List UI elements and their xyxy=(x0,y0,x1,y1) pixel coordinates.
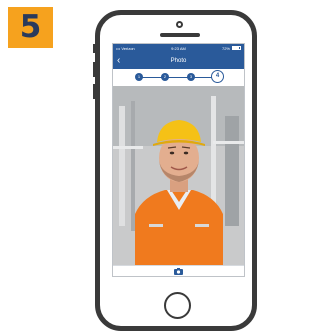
stepper-line xyxy=(139,77,219,78)
photo-toolbar xyxy=(113,265,244,276)
step-3[interactable]: 3 xyxy=(187,73,195,81)
nav-bar: ‹ Photo xyxy=(113,53,244,69)
step-4-active[interactable]: 4 xyxy=(211,70,224,83)
power-button xyxy=(255,64,257,82)
step-number-badge: 5 xyxy=(8,7,53,48)
battery-icon xyxy=(232,46,241,50)
camera-icon[interactable] xyxy=(174,268,183,275)
phone-screen: ••• Verizon 9:23 AM 72% ‹ Photo 1 2 3 4 xyxy=(112,43,245,277)
status-bar: ••• Verizon 9:23 AM 72% xyxy=(113,44,244,53)
earpiece-speaker xyxy=(160,33,200,37)
volume-down-button xyxy=(93,84,96,99)
battery-percent: 72% xyxy=(221,46,230,51)
page-title: Photo xyxy=(170,58,187,64)
front-camera xyxy=(176,21,183,28)
mute-switch xyxy=(93,44,96,53)
progress-stepper: 1 2 3 4 xyxy=(113,69,244,86)
home-button[interactable] xyxy=(164,292,191,319)
worker-photo xyxy=(113,86,244,265)
step-1[interactable]: 1 xyxy=(135,73,143,81)
volume-up-button xyxy=(93,62,96,77)
step-2[interactable]: 2 xyxy=(161,73,169,81)
